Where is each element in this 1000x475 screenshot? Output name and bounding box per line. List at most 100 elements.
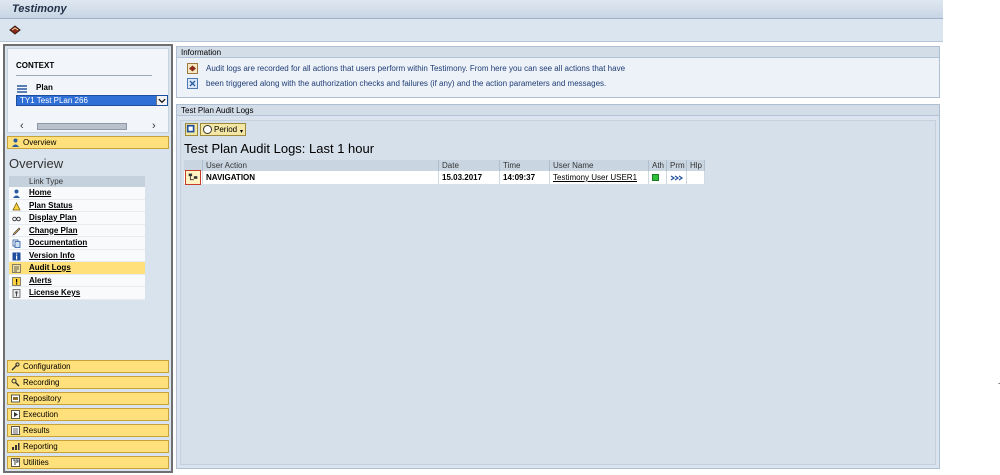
information-text-line2: been triggered along with the authorizat… bbox=[206, 79, 607, 88]
overview-section-label: Overview bbox=[23, 138, 57, 147]
overview-title: Overview bbox=[9, 156, 64, 171]
information-text-line1: Audit logs are recorded for all actions … bbox=[206, 64, 626, 73]
report-title: Test Plan Audit Logs: Last 1 hour bbox=[184, 141, 375, 156]
nav-link-alerts[interactable]: Alerts bbox=[9, 274, 145, 287]
navigation-panel: CONTEXT Plan TY1 Test PLan 266 ‹ › Overv… bbox=[3, 44, 173, 473]
export-icon bbox=[186, 124, 195, 133]
section-label: Configuration bbox=[23, 362, 71, 371]
nav-link-license-keys[interactable]: License Keys bbox=[9, 287, 145, 300]
toolbar bbox=[0, 19, 943, 42]
auth-status-cell[interactable] bbox=[649, 171, 667, 184]
alert-icon bbox=[12, 276, 21, 286]
section-label: Utilities bbox=[23, 458, 49, 467]
export-button[interactable] bbox=[185, 123, 198, 136]
nav-link-label: Documentation bbox=[29, 238, 88, 247]
column-header[interactable]: Ath bbox=[649, 160, 667, 171]
person-icon bbox=[12, 138, 19, 147]
nav-link-home[interactable]: Home bbox=[9, 187, 145, 200]
utilities-icon bbox=[11, 458, 20, 467]
section-recording[interactable]: Recording bbox=[7, 376, 169, 389]
section-label: Reporting bbox=[23, 442, 58, 451]
user-action-cell: NAVIGATION bbox=[203, 171, 439, 184]
period-button-label: Period bbox=[214, 125, 238, 134]
overview-section-button[interactable]: Overview bbox=[7, 136, 169, 149]
caret-down-icon: ▾ bbox=[239, 129, 243, 135]
link-list: Home Plan Status Display Plan Change Pla… bbox=[9, 187, 145, 300]
nav-link-documentation[interactable]: Documentation bbox=[9, 237, 145, 250]
section-utilities[interactable]: Utilities bbox=[7, 456, 169, 469]
key-icon bbox=[12, 289, 21, 298]
execution-icon bbox=[11, 410, 20, 419]
column-header[interactable]: Date bbox=[439, 160, 500, 171]
nav-link-label: Audit Logs bbox=[29, 263, 71, 272]
nav-link-label: Display Plan bbox=[29, 213, 77, 222]
nav-link-label: Change Plan bbox=[29, 225, 78, 235]
wrench-icon bbox=[11, 362, 20, 371]
audit-table: User Action Date Time User Name Ath Prm … bbox=[184, 160, 705, 185]
information-header: Information bbox=[177, 47, 939, 58]
link-type-header: Link Type bbox=[9, 176, 145, 187]
nav-link-label: License Keys bbox=[29, 288, 81, 297]
time-cell: 14:09:37 bbox=[500, 171, 550, 184]
section-execution[interactable]: Execution bbox=[7, 408, 169, 421]
audit-logs-content: Period ▾ Test Plan Audit Logs: Last 1 ho… bbox=[180, 120, 936, 465]
results-icon bbox=[11, 426, 20, 435]
audit-icon bbox=[12, 264, 21, 273]
context-box: CONTEXT Plan TY1 Test PLan 266 ‹ › bbox=[7, 48, 169, 133]
information-panel: Information Audit logs are recorded for … bbox=[176, 46, 940, 98]
column-header[interactable]: Time bbox=[500, 160, 550, 171]
chevron-down-icon[interactable] bbox=[156, 96, 167, 105]
scrollbar-thumb[interactable] bbox=[37, 123, 127, 130]
user-name-cell[interactable]: Testimony User USER1 bbox=[550, 171, 649, 184]
params-cell[interactable] bbox=[667, 171, 687, 184]
nav-link-plan-status[interactable]: Plan Status bbox=[9, 199, 145, 212]
params-icon[interactable] bbox=[670, 174, 684, 182]
user-name-link[interactable]: Testimony User USER1 bbox=[553, 173, 637, 182]
pencil-icon bbox=[12, 227, 21, 236]
context-scrollbar[interactable]: ‹ › bbox=[10, 119, 172, 133]
table-row[interactable]: NAVIGATION 15.03.2017 14:09:37 Testimony… bbox=[184, 170, 705, 185]
plan-select[interactable]: TY1 Test PLan 266 bbox=[16, 95, 168, 106]
nav-link-audit-logs[interactable]: Audit Logs bbox=[9, 262, 145, 275]
nav-link-change-plan[interactable]: Change Plan bbox=[9, 224, 145, 237]
help-cell bbox=[687, 171, 705, 184]
scroll-right-icon[interactable]: › bbox=[152, 120, 156, 132]
person-icon bbox=[13, 189, 20, 198]
window-title: Testimony bbox=[12, 3, 67, 15]
glasses-icon bbox=[12, 216, 21, 222]
document-icon bbox=[12, 239, 21, 248]
section-repository[interactable]: Repository bbox=[7, 392, 169, 405]
column-header[interactable]: User Action bbox=[203, 160, 439, 171]
status-icon bbox=[12, 201, 21, 210]
scroll-left-icon[interactable]: ‹ bbox=[20, 120, 24, 132]
auth-ok-icon[interactable] bbox=[652, 174, 659, 181]
date-cell: 15.03.2017 bbox=[439, 171, 500, 184]
column-header[interactable]: Prm bbox=[667, 160, 687, 171]
reporting-icon bbox=[12, 443, 20, 450]
close-box-icon[interactable] bbox=[187, 78, 198, 89]
recording-icon bbox=[11, 378, 20, 387]
nav-link-label: Version Info bbox=[29, 250, 75, 260]
book-icon bbox=[187, 63, 198, 74]
section-reporting[interactable]: Reporting bbox=[7, 440, 169, 453]
nav-link-version-info[interactable]: Version Info bbox=[9, 249, 145, 262]
column-header[interactable]: User Name bbox=[550, 160, 649, 171]
section-label: Execution bbox=[23, 410, 59, 419]
context-divider bbox=[16, 75, 152, 76]
section-results[interactable]: Results bbox=[7, 424, 169, 437]
context-title: CONTEXT bbox=[16, 61, 55, 70]
menu-book-icon[interactable] bbox=[9, 24, 21, 36]
title-bar: Testimony bbox=[0, 0, 943, 19]
period-button[interactable]: Period ▾ bbox=[200, 123, 246, 136]
row-icon-cell[interactable] bbox=[184, 170, 203, 185]
nav-link-display-plan[interactable]: Display Plan bbox=[9, 212, 145, 225]
plan-select-value: TY1 Test PLan 266 bbox=[20, 96, 88, 105]
plan-icon bbox=[17, 85, 27, 93]
section-configuration[interactable]: Configuration bbox=[7, 360, 169, 373]
audit-logs-panel: Test Plan Audit Logs Period ▾ Test Plan … bbox=[176, 104, 940, 469]
nav-link-label: Home bbox=[29, 188, 52, 197]
nav-link-label: Plan Status bbox=[29, 200, 73, 210]
plan-label: Plan bbox=[36, 83, 53, 92]
navigation-icon[interactable] bbox=[185, 170, 201, 185]
column-header[interactable]: Hlp bbox=[687, 160, 705, 171]
